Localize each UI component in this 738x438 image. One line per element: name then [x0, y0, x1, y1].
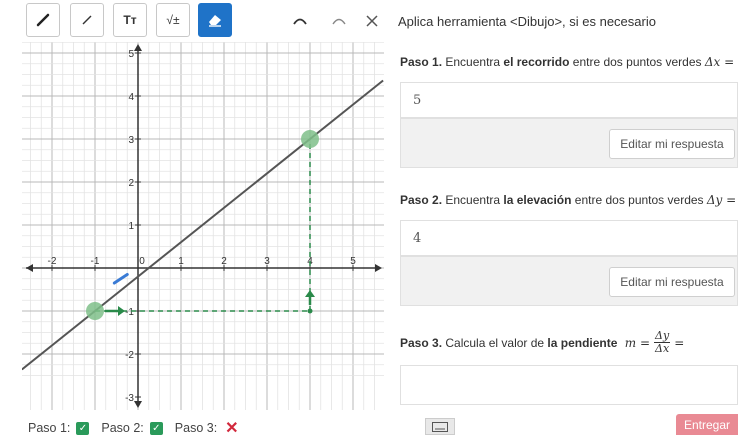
step2-answer-box: 4 [400, 220, 738, 256]
submit-button[interactable]: Entregar [676, 414, 738, 435]
green-point [86, 302, 104, 320]
x-axis-arrow [375, 264, 382, 272]
y-tick-label: 4 [128, 92, 134, 103]
keyboard-icon [432, 421, 448, 432]
undo-button[interactable] [287, 8, 313, 34]
step1-edit-button[interactable]: Editar mi respuesta [609, 129, 735, 159]
step3-answer-input[interactable] [400, 365, 738, 405]
y-axis-arrow [134, 401, 142, 408]
y-tick-label: -3 [125, 393, 134, 404]
progress-status: Paso 1: ✓ Paso 2: ✓ Paso 3: ✕ [28, 420, 239, 437]
instruction-text: Aplica herramienta <Dibujo>, si es neces… [398, 14, 656, 29]
coordinate-graph[interactable]: -2-101234554321-1-2-3 [22, 42, 384, 410]
x-tick-label: 0 [139, 256, 145, 267]
step1-answer-value: 5 [413, 93, 422, 108]
y-tick-label: -2 [125, 350, 134, 361]
corner-dot [307, 308, 313, 314]
run-arrow-head [118, 306, 125, 316]
step1-actions: Editar mi respuesta [400, 118, 738, 168]
eraser-icon [209, 15, 221, 27]
delta-y-symbol: Δy = [706, 193, 737, 207]
slope-fraction: Δy Δx [654, 329, 671, 355]
x-tick-label: 5 [350, 256, 356, 267]
rise-arrow-head [305, 290, 315, 297]
eraser-tool-button[interactable] [198, 3, 232, 37]
y-tick-label: 1 [128, 221, 134, 232]
x-tick-label: 2 [221, 256, 227, 267]
green-point [301, 130, 319, 148]
cross-icon: ✕ [225, 420, 239, 437]
x-tick-label: -1 [91, 256, 100, 267]
step2-actions: Editar mi respuesta [400, 256, 738, 306]
step2-answer-value: 4 [413, 231, 422, 246]
line-icon [82, 15, 92, 25]
delta-x-symbol: Δx = [704, 55, 735, 69]
check-icon: ✓ [149, 421, 163, 435]
math-tool-button[interactable]: √± [156, 3, 190, 37]
y-tick-label: 3 [128, 135, 134, 146]
clear-button[interactable] [359, 8, 385, 34]
y-tick-label: -1 [125, 307, 134, 318]
y-axis-arrow [134, 44, 142, 51]
redo-button[interactable] [326, 8, 352, 34]
step1-prompt: Paso 1. Encuentra el recorrido entre dos… [400, 55, 735, 69]
line-tool-button[interactable] [70, 3, 104, 37]
text-icon: Tт [123, 13, 137, 27]
step1-answer-box: 5 [400, 82, 738, 118]
y-tick-label: 5 [128, 49, 134, 60]
close-icon [366, 15, 378, 27]
x-tick-label: -2 [48, 256, 57, 267]
check-icon: ✓ [76, 421, 90, 435]
y-tick-label: 2 [128, 178, 134, 189]
step2-edit-button[interactable]: Editar mi respuesta [609, 267, 735, 297]
slope-symbol: m = [624, 335, 651, 350]
math-icon: √± [166, 13, 180, 27]
step3-prompt: Paso 3. Calcula el valor de la pendiente… [400, 329, 685, 355]
drawing-toolbar: Tт √± [0, 0, 395, 42]
undo-icon [293, 18, 307, 25]
x-tick-label: 3 [264, 256, 270, 267]
text-tool-button[interactable]: Tт [113, 3, 147, 37]
step2-prompt: Paso 2. Encuentra la elevación entre dos… [400, 193, 737, 207]
x-axis-arrow [26, 264, 33, 272]
x-tick-label: 1 [178, 256, 184, 267]
keyboard-button[interactable] [425, 418, 455, 435]
pencil-icon [36, 13, 50, 27]
pencil-tool-button[interactable] [26, 3, 60, 37]
redo-icon [332, 18, 346, 25]
